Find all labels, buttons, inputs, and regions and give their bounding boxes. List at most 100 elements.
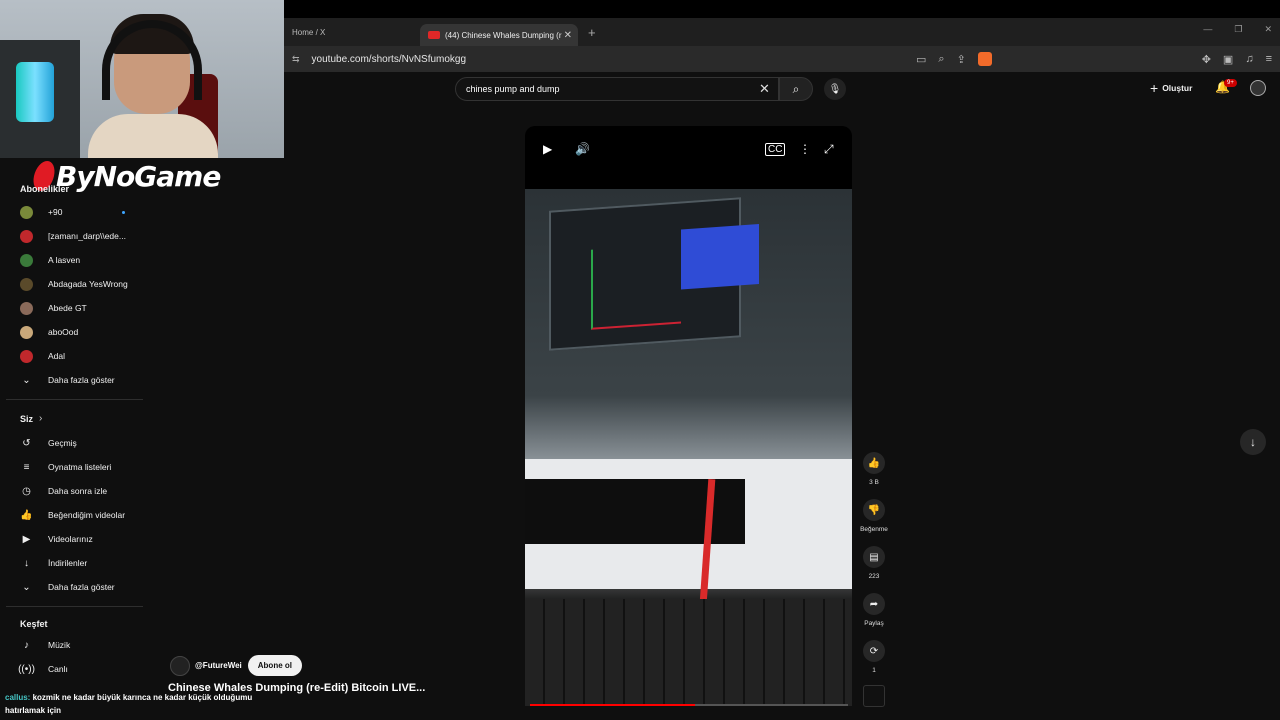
sidebar-item-sub-6[interactable]: aboOod	[20, 323, 140, 341]
share-label: Paylaş	[864, 620, 884, 627]
streamer-figure	[88, 14, 218, 158]
sidebar-item-your-videos[interactable]: ▶ Videolarınız	[20, 530, 140, 548]
minimize-icon[interactable]: —	[1203, 24, 1212, 35]
cast-icon[interactable]: ▭	[916, 53, 926, 66]
sidebar-item-downloads[interactable]: ↓ İndirilenler	[20, 554, 140, 572]
video-progress-bar[interactable]	[530, 704, 848, 706]
sidebar-item-playlists[interactable]: ≡ Oynatma listeleri	[20, 458, 140, 476]
account-avatar[interactable]	[1250, 80, 1266, 96]
sidebar-item-sub-5[interactable]: Abede GT	[20, 299, 140, 317]
chat-text: kozmik ne kadar büyük karınca ne kadar k…	[5, 693, 253, 715]
show-more-subscriptions[interactable]: ⌄ Daha fazla göster	[20, 371, 140, 389]
channel-info: @FutureWei Abone ol	[170, 655, 302, 676]
close-tab-icon[interactable]: ✕	[564, 30, 572, 41]
thumbs-up-icon: 👍	[863, 452, 885, 474]
chevron-right-icon: ›	[39, 413, 43, 424]
sidebar-item-live[interactable]: ((•)) Canlı	[18, 660, 140, 678]
window-close-icon[interactable]: ✕	[1264, 24, 1272, 35]
sidebar: Abonelikler +90 [zamanı_darp\\ede... A l…	[0, 158, 143, 720]
clock-icon: ◷	[22, 485, 31, 497]
streamer-webcam	[0, 0, 284, 158]
extensions-icon[interactable]: ✥	[1202, 53, 1211, 66]
sidebar-item-sub-7[interactable]: Adal	[20, 347, 140, 365]
like-icon: 👍	[20, 509, 33, 521]
sidebar-item-liked-videos[interactable]: 👍 Beğendiğim videolar	[20, 506, 140, 524]
subscribe-button[interactable]: Abone ol	[247, 655, 302, 676]
brave-shield-icon[interactable]	[977, 52, 992, 66]
like-count: 3 B	[869, 479, 879, 486]
video-progress-fill	[530, 704, 696, 706]
channel-avatar[interactable]	[170, 655, 190, 676]
site-settings-icon[interactable]: ⇆	[292, 54, 300, 65]
more-options-icon[interactable]: ⋮	[799, 142, 811, 156]
remix-button[interactable]: ⟳ 1	[858, 640, 890, 674]
dislike-button[interactable]: 👎 Beğenme	[858, 499, 890, 533]
channel-avatar	[20, 301, 33, 315]
you-section-title[interactable]: Siz	[20, 414, 33, 424]
screen-top-strip	[284, 0, 1280, 18]
comments-button[interactable]: ▤ 223	[858, 546, 890, 580]
sidebar-divider	[6, 606, 143, 607]
video-chart-graphic	[591, 243, 681, 330]
url-field[interactable]: youtube.com/shorts/NvNSfumokgg	[312, 54, 467, 65]
sidebar-item-watch-later[interactable]: ◷ Daha sonra izle	[20, 482, 140, 500]
sidebar-item-label: +90	[48, 207, 63, 217]
live-icon: ((•))	[18, 663, 35, 675]
video-blue-panel	[681, 224, 759, 290]
create-button[interactable]: + Oluştur	[1150, 80, 1192, 96]
sidebar-item-sub-4[interactable]: Abdagada YesWrong	[20, 275, 140, 293]
show-more-you[interactable]: ⌄ Daha fazla göster	[20, 578, 140, 596]
chevron-down-icon: ⌄	[22, 581, 31, 593]
new-tab-button[interactable]: +	[588, 25, 596, 40]
video-wall-screen	[549, 197, 759, 351]
menu-icon[interactable]: ≡	[1266, 53, 1272, 65]
play-icon[interactable]: ▶	[543, 142, 552, 156]
media-icon[interactable]: ♫	[1245, 53, 1253, 65]
plus-icon: +	[1150, 80, 1159, 96]
sidebar-item-history[interactable]: ↺ Geçmiş	[20, 434, 140, 452]
channel-avatar	[20, 229, 33, 243]
remix-icon: ⟳	[863, 640, 885, 662]
subscriptions-title[interactable]: Abonelikler	[20, 184, 69, 194]
volume-icon[interactable]: 🔊	[575, 142, 590, 156]
share-icon[interactable]: ⇪	[957, 53, 966, 66]
sidebar-item-label: A lasven	[48, 255, 81, 265]
share-button[interactable]: ➦ Paylaş	[858, 593, 890, 627]
sidebar-item-label: Geçmiş	[48, 438, 77, 448]
tab-label: (44) Chinese Whales Dumping (r	[445, 30, 562, 40]
tab-youtube-short[interactable]: (44) Chinese Whales Dumping (r ✕	[420, 24, 578, 46]
channel-thumbnail[interactable]	[863, 685, 885, 707]
create-label: Oluştur	[1162, 83, 1193, 93]
remix-count: 1	[872, 667, 876, 674]
sidebar-item-label: aboOod	[48, 327, 79, 337]
sidebar-item-label: Daha fazla göster	[48, 582, 115, 592]
restore-icon[interactable]: ❐	[1234, 24, 1242, 35]
sidebar-item-sub-2[interactable]: [zamanı_darp\\ede...	[20, 227, 140, 245]
new-content-dot	[122, 211, 125, 214]
sidepanel-icon[interactable]: ▣	[1223, 53, 1233, 66]
voice-search-button[interactable]: 🎙	[824, 78, 846, 100]
search-input[interactable]: chines pump and dump	[455, 77, 779, 101]
fullscreen-icon[interactable]: ⤢	[824, 142, 834, 157]
tab-home-x[interactable]: Home / X	[284, 21, 420, 43]
clear-search-icon[interactable]: ✕	[759, 81, 770, 97]
rgb-lamp	[16, 62, 54, 122]
captions-icon[interactable]: CC	[765, 143, 786, 156]
tab-label: Home / X	[292, 27, 326, 37]
sidebar-item-label: Daha fazla göster	[48, 375, 115, 385]
shorts-player[interactable]: ▶ 🔊 CC ⋮ ⤢	[525, 126, 852, 706]
sidebar-item-music[interactable]: ♪ Müzik	[20, 636, 140, 654]
next-short-button[interactable]: ↓	[1240, 429, 1266, 455]
music-icon: ♪	[24, 639, 29, 651]
channel-handle[interactable]: @FutureWei	[195, 661, 242, 670]
mic-icon: 🎙	[828, 83, 842, 95]
search-button[interactable]: ⌕	[779, 77, 813, 101]
zoom-icon[interactable]: ⌕	[938, 53, 944, 66]
sidebar-item-sub-3[interactable]: A lasven	[20, 251, 140, 269]
channel-avatar	[20, 205, 33, 219]
browser-toolbar-right: ✥ ▣ ♫ ≡	[1202, 46, 1280, 72]
arrow-down-icon: ↓	[1250, 435, 1256, 449]
notification-badge: 9+	[1224, 79, 1237, 87]
like-button[interactable]: 👍 3 B	[858, 452, 890, 486]
explore-title: Keşfet	[20, 619, 48, 629]
